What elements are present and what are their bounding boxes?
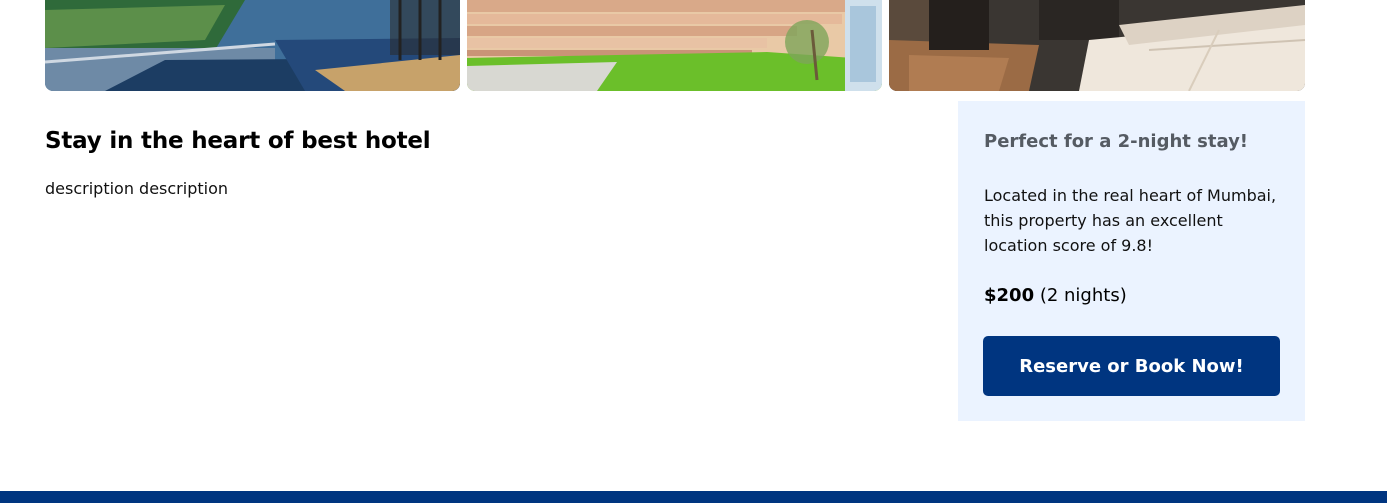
booking-card-location-text: Located in the real heart of Mumbai, thi… [984, 186, 1277, 255]
gallery-photo-garden[interactable] [467, 0, 882, 91]
booking-card-heading: Perfect for a 2-night stay! [984, 131, 1249, 152]
balcony-photo-image [45, 0, 460, 91]
booking-card-price: $200 (2 nights) [984, 285, 1127, 306]
footer-bar [0, 491, 1387, 503]
gallery-photo-balcony[interactable] [45, 0, 460, 91]
photo-gallery [45, 0, 1305, 91]
booking-card: Perfect for a 2-night stay! Located in t… [958, 101, 1305, 421]
hotel-description: description description [45, 179, 229, 198]
garden-photo-image [467, 0, 882, 91]
reserve-button[interactable]: Reserve or Book Now! [983, 336, 1280, 396]
page-title: Stay in the heart of best hotel [45, 128, 431, 154]
gallery-photo-room[interactable] [889, 0, 1305, 91]
price-amount: $200 [984, 285, 1035, 306]
page: Stay in the heart of best hotel descript… [0, 0, 1387, 503]
price-suffix: (2 nights) [1034, 285, 1127, 306]
room-photo-image [889, 0, 1305, 91]
